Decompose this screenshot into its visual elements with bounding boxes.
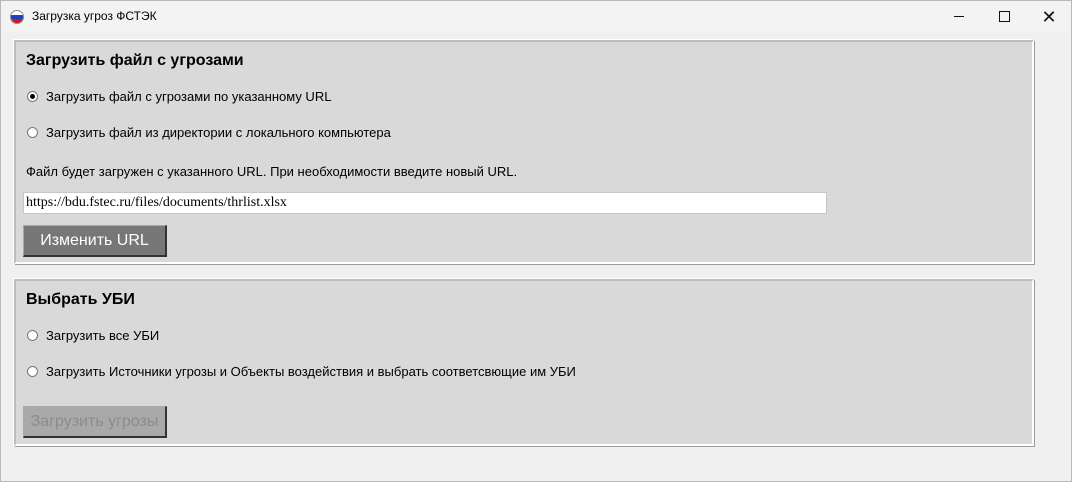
radio-button-checked[interactable] bbox=[27, 91, 38, 102]
url-info-text: Файл будет загружен с указанного URL. Пр… bbox=[26, 164, 518, 179]
title-bar: Загрузка угроз ФСТЭК ✕ bbox=[1, 1, 1071, 32]
radio-load-by-url[interactable]: Загрузить файл с угрозами по указанному … bbox=[27, 89, 331, 104]
load-file-group: Загрузить файл с угрозами Загрузить файл… bbox=[14, 40, 1034, 264]
url-input[interactable]: https://bdu.fstec.ru/files/documents/thr… bbox=[23, 192, 827, 214]
close-icon: ✕ bbox=[1041, 6, 1057, 27]
maximize-icon bbox=[998, 11, 1010, 22]
radio-load-local[interactable]: Загрузить файл из директории с локальног… bbox=[27, 125, 391, 140]
maximize-button[interactable] bbox=[981, 1, 1027, 32]
load-threats-button[interactable]: Загрузить угрозы bbox=[23, 406, 167, 438]
select-ubi-group: Выбрать УБИ Загрузить все УБИ Загрузить … bbox=[14, 279, 1034, 446]
russian-flag-icon bbox=[10, 10, 24, 24]
minimize-icon bbox=[954, 16, 964, 17]
radio-load-sources-objects[interactable]: Загрузить Источники угрозы и Объекты воз… bbox=[27, 364, 576, 379]
radio-label-load-sources-objects: Загрузить Источники угрозы и Объекты воз… bbox=[46, 364, 576, 379]
minimize-button[interactable] bbox=[936, 1, 982, 32]
app-window: Загрузка угроз ФСТЭК ✕ Загрузить файл с … bbox=[0, 0, 1072, 482]
radio-label-load-by-url: Загрузить файл с угрозами по указанному … bbox=[46, 89, 332, 104]
radio-load-all-ubi[interactable]: Загрузить все УБИ bbox=[27, 328, 159, 343]
close-button[interactable]: ✕ bbox=[1026, 1, 1072, 32]
radio-label-load-local: Загрузить файл из директории с локальног… bbox=[46, 125, 391, 140]
load-file-heading: Загрузить файл с угрозами bbox=[26, 52, 244, 69]
select-ubi-heading: Выбрать УБИ bbox=[26, 291, 135, 308]
radio-button[interactable] bbox=[27, 127, 38, 138]
radio-label-load-all-ubi: Загрузить все УБИ bbox=[46, 328, 160, 343]
radio-button[interactable] bbox=[27, 366, 38, 377]
window-title: Загрузка угроз ФСТЭК bbox=[32, 9, 157, 23]
radio-button[interactable] bbox=[27, 330, 38, 341]
change-url-button[interactable]: Изменить URL bbox=[23, 225, 167, 257]
